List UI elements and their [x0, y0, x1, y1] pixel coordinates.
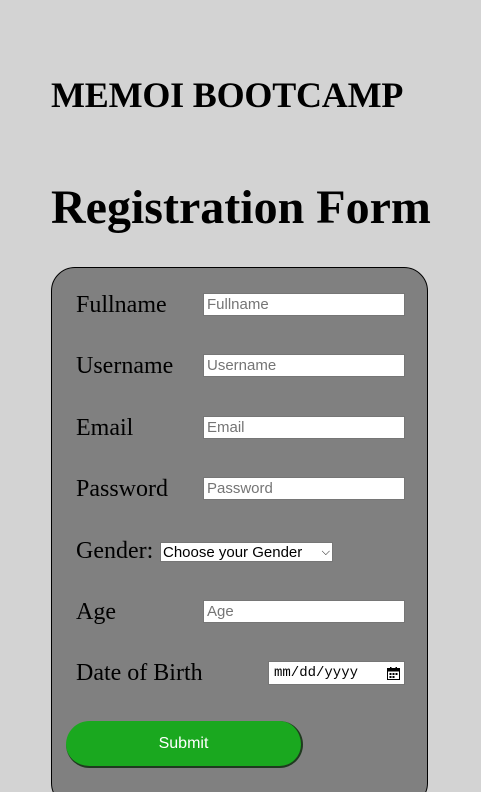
fullname-input[interactable]: [203, 293, 405, 316]
email-input[interactable]: [203, 416, 405, 439]
email-label: Email: [76, 415, 134, 441]
page-title: Registration Form: [51, 181, 431, 234]
gender-label: Gender:: [76, 538, 154, 564]
submit-button[interactable]: Submit: [66, 721, 303, 768]
username-input[interactable]: [203, 354, 405, 377]
dob-placeholder: mm/dd/yyyy: [274, 665, 359, 681]
gender-select-value: Choose your Gender: [163, 543, 303, 561]
dob-input[interactable]: mm/dd/yyyy: [268, 661, 405, 685]
password-input[interactable]: [203, 477, 405, 500]
age-input[interactable]: [203, 600, 405, 623]
username-label: Username: [76, 353, 174, 379]
gender-select[interactable]: Choose your Gender ⌵: [160, 542, 333, 562]
calendar-icon[interactable]: [387, 666, 400, 680]
brand-heading: MEMOI BOOTCAMP: [51, 75, 404, 115]
password-label: Password: [76, 476, 169, 502]
dob-label: Date of Birth: [76, 660, 203, 686]
fullname-label: Fullname: [76, 292, 167, 318]
registration-form: Fullname Username Email Password Gender:…: [51, 267, 428, 792]
chevron-down-icon: ⌵: [321, 545, 330, 558]
age-label: Age: [76, 599, 116, 625]
